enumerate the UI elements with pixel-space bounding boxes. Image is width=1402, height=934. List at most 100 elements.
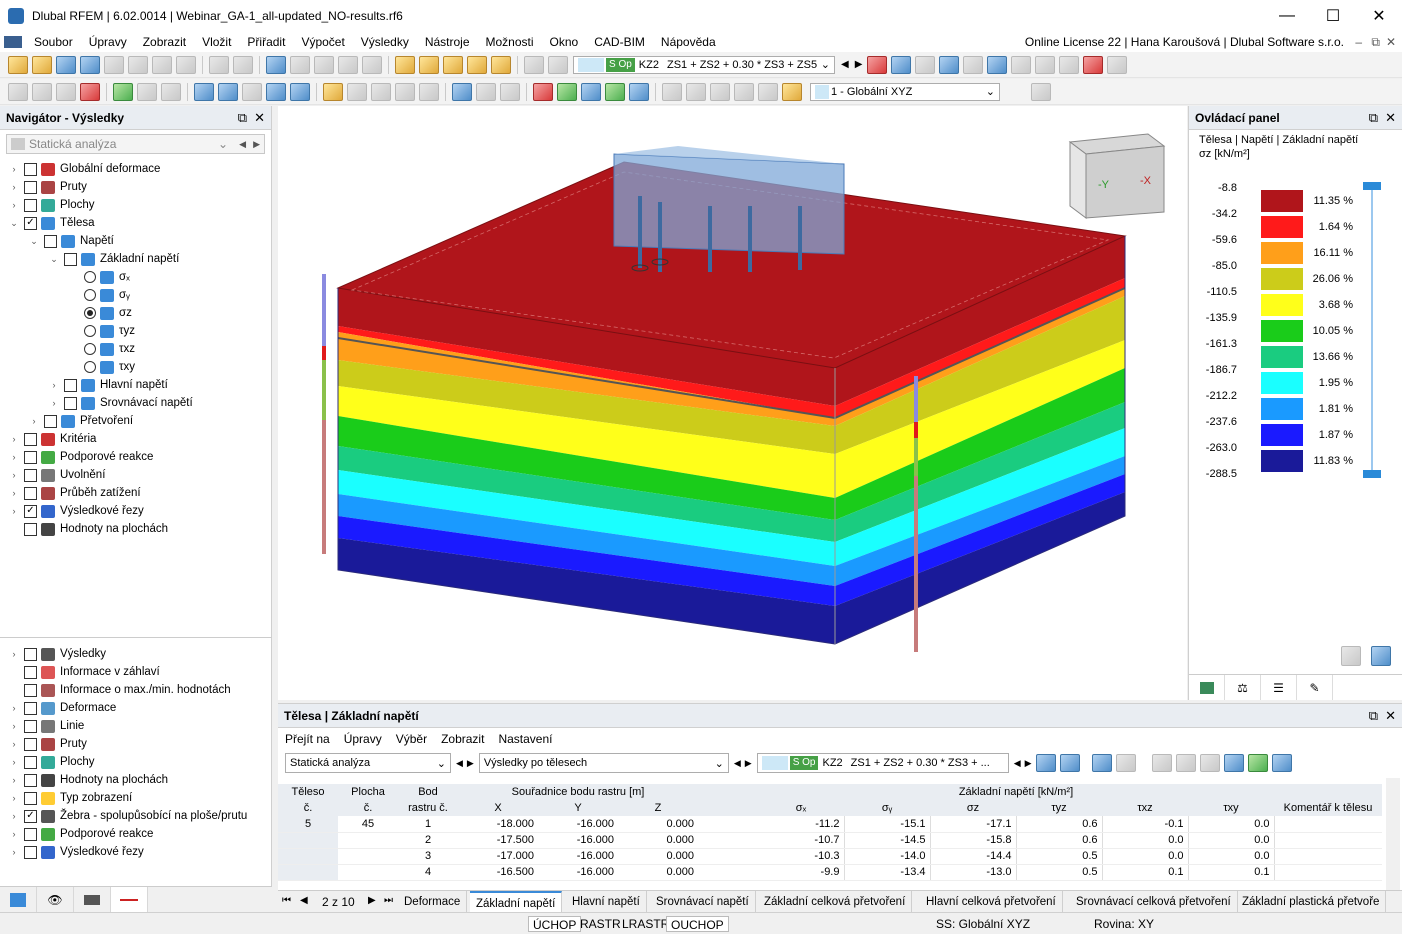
nav-item[interactable]: τxz [68, 340, 135, 358]
nav-checkbox[interactable] [24, 719, 37, 733]
expand-icon[interactable]: › [8, 506, 20, 516]
nav-checkbox[interactable] [24, 198, 37, 212]
view-3d-icon[interactable] [290, 82, 310, 101]
table-graph-icon[interactable] [1223, 754, 1244, 772]
pencil-icon[interactable] [734, 82, 754, 101]
nav-item[interactable]: › Hlavní napětí [48, 376, 168, 394]
frame-icon[interactable] [500, 82, 520, 101]
expand-icon[interactable]: › [8, 757, 20, 767]
table-menu-nastaveni[interactable]: Nastavení [491, 732, 559, 746]
xxx-icon[interactable] [1011, 55, 1032, 74]
next-arrow-icon[interactable]: ▶ [467, 758, 474, 769]
view-render-icon[interactable] [218, 82, 238, 101]
nav-display-item[interactable]: › Výsledkové řezy [8, 843, 144, 861]
nav-checkbox[interactable] [24, 162, 37, 176]
diagram-icon[interactable] [1059, 55, 1080, 74]
table-results-icon[interactable] [1091, 754, 1112, 772]
expand-icon[interactable]: › [8, 488, 20, 498]
expand-icon[interactable]: › [8, 739, 20, 749]
values-icon[interactable] [915, 55, 936, 74]
results-icon[interactable] [891, 55, 912, 74]
table-print-icon[interactable] [1199, 754, 1220, 772]
legend-slider-top[interactable] [1363, 182, 1381, 190]
close-icon[interactable]: ✕ [254, 110, 265, 126]
3d-viewport[interactable]: -Y -X [278, 106, 1187, 700]
box-icon[interactable] [1107, 55, 1128, 74]
menu-vysledky[interactable]: Výsledky [353, 32, 417, 52]
table-results-by-select[interactable]: Výsledky po tělesech ⌄ [478, 753, 729, 773]
nav-radio[interactable] [84, 271, 96, 283]
minimize-icon[interactable]: — [1264, 0, 1310, 32]
table-view-icon[interactable] [266, 55, 286, 74]
save-icon[interactable] [128, 55, 148, 74]
table-menu-zobrazit[interactable]: Zobrazit [434, 732, 491, 746]
nav-item[interactable]: › Srovnávací napětí [48, 394, 193, 412]
nav-radio[interactable] [84, 307, 96, 319]
section-icon[interactable] [1035, 55, 1056, 74]
member-icon[interactable] [56, 82, 76, 101]
nav-display-item[interactable]: › Pruty [8, 735, 87, 753]
load-icon[interactable] [113, 82, 133, 101]
table-tab[interactable]: Srovnávací celková přetvoření [1070, 891, 1238, 913]
filter-icon[interactable] [452, 82, 472, 101]
menu-soubor[interactable]: Soubor [26, 32, 81, 52]
deform-icon[interactable] [987, 55, 1008, 74]
select-icon[interactable] [8, 82, 28, 101]
close-icon[interactable]: ✕ [1385, 110, 1396, 126]
tab-views-icon[interactable] [74, 887, 111, 913]
doc-minimize-icon[interactable]: – [1355, 35, 1362, 49]
nav-display-item[interactable]: › Typ zobrazení [8, 789, 132, 807]
tab-display-icon[interactable]: 👁 [37, 887, 74, 913]
prev-arrow-icon[interactable]: ◀ [734, 758, 741, 769]
close-icon[interactable]: ✕ [1356, 0, 1402, 32]
status-ouchop[interactable]: OUCHOP [666, 916, 729, 932]
nav-item[interactable]: › Průběh zatížení [8, 484, 141, 502]
table-menu-vyber[interactable]: Výběr [389, 732, 434, 746]
table-select-icon[interactable] [1035, 754, 1056, 772]
nav-display-item[interactable]: Informace o max./min. hodnotách [8, 681, 231, 699]
prev-arrow-icon[interactable]: ◀ [239, 139, 246, 150]
table-filter-icon[interactable] [1271, 754, 1292, 772]
expand-icon[interactable]: › [28, 416, 40, 426]
view-y-icon[interactable] [371, 82, 391, 101]
solid-icon[interactable] [581, 82, 601, 101]
script-icon[interactable] [338, 55, 358, 74]
table-select2-icon[interactable] [1059, 754, 1080, 772]
first-page-icon[interactable]: ⏮ [282, 895, 291, 906]
nav-display-item[interactable]: › Linie [8, 717, 84, 735]
pin-icon[interactable]: ⧉ [238, 110, 247, 126]
nav-checkbox[interactable] [24, 701, 37, 715]
surface-icon[interactable] [557, 82, 577, 101]
next-arrow-icon[interactable]: ▶ [253, 139, 260, 150]
table-tab[interactable]: Základní celková přetvoření [758, 891, 913, 913]
nav-item[interactable]: › ✓ Výsledkové řezy [8, 502, 144, 520]
tab-legend-icon[interactable] [1189, 675, 1225, 700]
nav-checkbox[interactable] [24, 755, 37, 769]
expand-icon[interactable]: › [48, 398, 60, 408]
legend-slider-bottom[interactable] [1363, 470, 1381, 478]
open-icon[interactable] [32, 55, 52, 74]
view-box-icon[interactable] [242, 82, 262, 101]
menu-cad-bim[interactable]: CAD-BIM [586, 32, 653, 52]
menu-upravy[interactable]: Úpravy [81, 32, 135, 52]
nav-checkbox[interactable]: ✓ [24, 216, 37, 230]
menu-moznosti[interactable]: Možnosti [478, 32, 542, 52]
table-row[interactable]: 3 -17.000 -16.000 0.000 -10.3 -14.0 -14.4 0.5 0.… [278, 848, 1382, 865]
nav-checkbox[interactable] [44, 414, 57, 428]
table-row[interactable]: 4 -16.500 -16.000 0.000 -9.9 -13.4 -13.0 0.5 0.1… [278, 864, 1382, 881]
next-arrow-icon[interactable]: ▶ [855, 59, 863, 70]
calc-icon[interactable] [395, 55, 415, 74]
table-tab[interactable]: Základní plastická přetvoře [1236, 891, 1387, 913]
expand-icon[interactable]: › [8, 847, 20, 857]
nav-checkbox[interactable] [64, 378, 77, 392]
table-tab[interactable]: Hlavní napětí [566, 891, 647, 913]
prev-arrow-icon[interactable]: ◀ [841, 59, 849, 70]
nav-item[interactable]: › Kritéria [8, 430, 96, 448]
moment-icon[interactable] [533, 82, 553, 101]
next-page-icon[interactable]: ▶ [368, 895, 376, 906]
expand-icon[interactable]: › [8, 434, 20, 444]
coord-system-select[interactable]: 1 - Globální XYZ ⌄ [810, 82, 1000, 101]
status-uchop[interactable]: ÚCHOP [528, 916, 582, 932]
expand-icon[interactable]: › [8, 703, 20, 713]
analysis-select[interactable]: Statická analýza ⌄ ◀ ▶ [6, 134, 265, 154]
